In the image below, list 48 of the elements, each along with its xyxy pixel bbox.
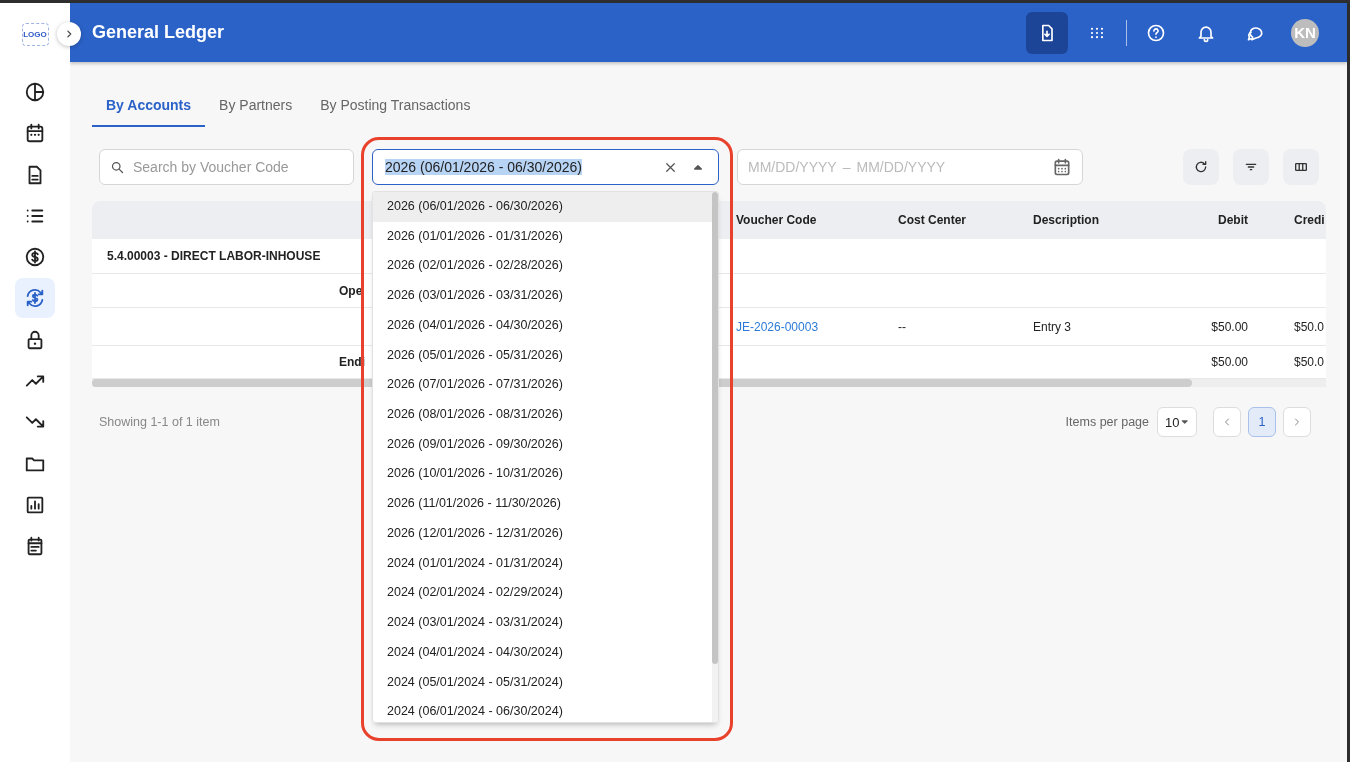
dropdown-option[interactable]: 2024 (05/01/2024 - 05/31/2024) xyxy=(373,667,712,698)
dropdown-option[interactable]: 2026 (09/01/2026 - 09/30/2026) xyxy=(373,429,712,460)
tab[interactable]: By Posting Transactions xyxy=(306,84,485,127)
column-header[interactable]: Description xyxy=(1025,201,1170,239)
period-select[interactable]: 2026 (06/01/2026 - 06/30/2026) xyxy=(372,149,719,185)
calendar-icon xyxy=(1052,157,1072,177)
table-cell: $50.00 xyxy=(1211,355,1248,369)
search-icon xyxy=(110,159,125,175)
account-name: 5.4.00003 - DIRECT LABOR-INHOUSE xyxy=(107,249,321,263)
dropdown-option[interactable]: 2026 (07/01/2026 - 07/31/2026) xyxy=(373,370,712,401)
row-label: Ope xyxy=(339,283,363,298)
dropdown-option[interactable]: 2026 (12/01/2026 - 12/31/2026) xyxy=(373,518,712,549)
dropdown-option[interactable]: 2026 (04/01/2026 - 04/30/2026) xyxy=(373,310,712,341)
column-header[interactable]: Voucher Code xyxy=(728,201,890,239)
table-cell: Entry 3 xyxy=(1033,319,1071,334)
dropdown-option[interactable]: 2026 (11/01/2026 - 11/30/2026) xyxy=(373,489,712,519)
page-size-select[interactable]: 10 xyxy=(1157,407,1197,437)
dropdown-option[interactable]: 2026 (08/01/2026 - 08/31/2026) xyxy=(373,400,712,430)
column-header[interactable]: Credi xyxy=(1256,201,1326,239)
table-cell: $50.0 xyxy=(1294,355,1325,369)
tab[interactable]: By Partners xyxy=(205,84,307,127)
table-cell: $50.00 xyxy=(1211,319,1248,334)
tab[interactable]: By Accounts xyxy=(92,84,206,127)
column-header[interactable]: Debit xyxy=(1170,201,1256,239)
dropdown-option[interactable]: 2024 (03/01/2024 - 03/31/2024) xyxy=(373,608,712,638)
logo: LOGO xyxy=(21,23,49,46)
table-cell: -- xyxy=(898,319,906,334)
dropdown-option[interactable]: 2026 (10/01/2026 - 10/31/2026) xyxy=(373,459,712,490)
dropdown-option[interactable]: 2026 (06/01/2026 - 06/30/2026) xyxy=(373,192,712,222)
dropdown-option[interactable]: 2024 (04/01/2024 - 04/30/2024) xyxy=(373,637,712,668)
refresh-icon[interactable] xyxy=(1183,149,1219,185)
page-title: General Ledger xyxy=(92,22,226,43)
column-header[interactable]: Cost Center xyxy=(890,201,1025,239)
dropdown-option[interactable]: 2026 (01/01/2026 - 01/31/2026) xyxy=(373,221,712,252)
expand-button[interactable] xyxy=(57,22,81,46)
dropdown-option[interactable]: 2024 (06/01/2024 - 06/30/2024) xyxy=(373,697,712,722)
columns-icon[interactable] xyxy=(1283,149,1319,185)
dropdown-option[interactable]: 2024 (02/01/2024 - 02/29/2024) xyxy=(373,578,712,609)
dropdown-option[interactable]: 2026 (03/01/2026 - 03/31/2026) xyxy=(373,281,712,311)
currency-exchange-icon[interactable] xyxy=(15,278,55,319)
voucher-link[interactable]: JE-2026-00003 xyxy=(736,319,819,334)
page-button[interactable]: 1 xyxy=(1248,407,1276,437)
dropdown-option[interactable]: 2026 (05/01/2026 - 05/31/2026) xyxy=(373,340,712,371)
dropdown-option[interactable]: 2026 (02/01/2026 - 02/28/2026) xyxy=(373,251,712,282)
file-download-icon[interactable] xyxy=(1026,11,1068,54)
dropdown-option[interactable]: 2024 (01/01/2024 - 01/31/2024) xyxy=(373,548,712,579)
page-size-label: Items per page xyxy=(1065,415,1149,429)
table-cell: $50.0 xyxy=(1294,319,1325,334)
